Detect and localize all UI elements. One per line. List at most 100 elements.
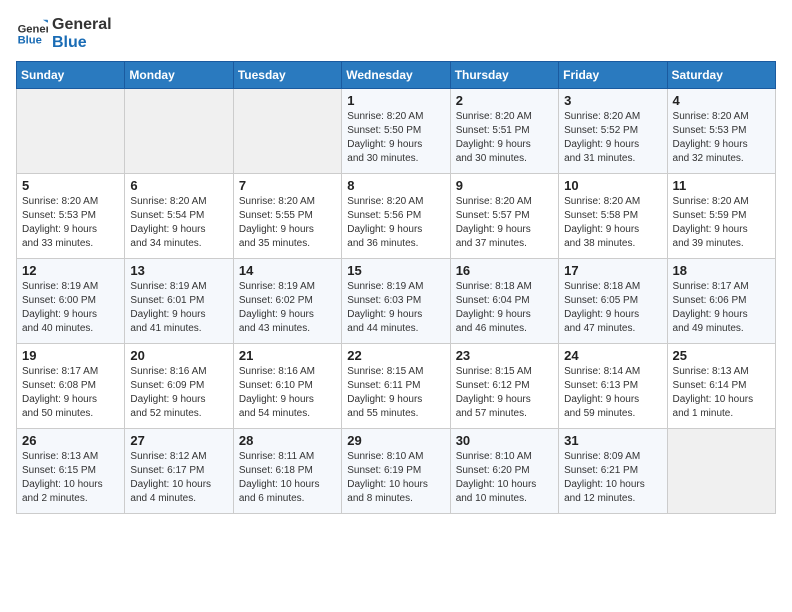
calendar-cell: 4Sunrise: 8:20 AM Sunset: 5:53 PM Daylig… — [667, 89, 775, 174]
week-row-5: 26 Sunrise: 8:13 AM Sunset: 6:15 PM Dayli… — [17, 429, 776, 514]
header-saturday: Saturday — [667, 62, 775, 89]
day-info: Sunrise: 8:20 AM Sunset: 5:53 PM Dayligh… — [22, 195, 119, 251]
logo-icon: General Blue — [16, 18, 48, 50]
day-number: 20 — [130, 348, 227, 363]
day-info: Sunrise: 8:14 AM Sunset: 6:13 PM Dayligh… — [564, 365, 661, 421]
logo-general: General — [52, 16, 112, 34]
day-info: Sunrise: 8:20 AM Sunset: 5:56 PM Dayligh… — [347, 195, 444, 251]
day-number: 18 — [673, 263, 770, 278]
day-info: Sunrise: 8:10 AM Sunset: 6:19 PM Dayligh… — [347, 450, 444, 506]
day-info: Sunrise: 8:18 AM Sunset: 6:05 PM Dayligh… — [564, 280, 661, 336]
day-number: 4 — [673, 93, 770, 108]
calendar-cell: 25 Sunrise: 8:13 AM Sunset: 6:14 PM Dayli… — [667, 344, 775, 429]
day-info: Sunrise: 8:13 AM Sunset: 6:15 PM Dayligh… — [22, 450, 119, 506]
day-info: Sunrise: 8:20 AM Sunset: 5:55 PM Dayligh… — [239, 195, 336, 251]
day-number: 26 — [22, 433, 119, 448]
calendar-cell: 23 Sunrise: 8:15 AM Sunset: 6:12 PM Dayli… — [450, 344, 558, 429]
header-wednesday: Wednesday — [342, 62, 450, 89]
day-number: 19 — [22, 348, 119, 363]
logo-blue: Blue — [52, 34, 112, 52]
svg-text:Blue: Blue — [18, 34, 42, 46]
day-number: 10 — [564, 178, 661, 193]
calendar-table: SundayMondayTuesdayWednesdayThursdayFrid… — [16, 61, 776, 514]
calendar-cell: 15 Sunrise: 8:19 AM Sunset: 6:03 PM Dayli… — [342, 259, 450, 344]
calendar-cell — [125, 89, 233, 174]
day-number: 13 — [130, 263, 227, 278]
day-number: 14 — [239, 263, 336, 278]
day-number: 15 — [347, 263, 444, 278]
day-number: 12 — [22, 263, 119, 278]
calendar-cell: 30Sunrise: 8:10 AM Sunset: 6:20 PM Dayli… — [450, 429, 558, 514]
calendar-cell: 24 Sunrise: 8:14 AM Sunset: 6:13 PM Dayli… — [559, 344, 667, 429]
calendar-cell: 9 Sunrise: 8:20 AM Sunset: 5:57 PM Daylig… — [450, 174, 558, 259]
day-number: 8 — [347, 178, 444, 193]
calendar-cell — [233, 89, 341, 174]
day-info: Sunrise: 8:10 AM Sunset: 6:20 PM Dayligh… — [456, 450, 553, 506]
calendar-cell: 8 Sunrise: 8:20 AM Sunset: 5:56 PM Daylig… — [342, 174, 450, 259]
calendar-cell: 26 Sunrise: 8:13 AM Sunset: 6:15 PM Dayli… — [17, 429, 125, 514]
day-number: 17 — [564, 263, 661, 278]
day-info: Sunrise: 8:20 AM Sunset: 5:57 PM Dayligh… — [456, 195, 553, 251]
calendar-cell: 7 Sunrise: 8:20 AM Sunset: 5:55 PM Daylig… — [233, 174, 341, 259]
header-thursday: Thursday — [450, 62, 558, 89]
day-info: Sunrise: 8:15 AM Sunset: 6:11 PM Dayligh… — [347, 365, 444, 421]
week-row-1: 1Sunrise: 8:20 AM Sunset: 5:50 PM Daylig… — [17, 89, 776, 174]
calendar-cell: 27Sunrise: 8:12 AM Sunset: 6:17 PM Dayli… — [125, 429, 233, 514]
day-info: Sunrise: 8:19 AM Sunset: 6:00 PM Dayligh… — [22, 280, 119, 336]
day-info: Sunrise: 8:19 AM Sunset: 6:02 PM Dayligh… — [239, 280, 336, 336]
calendar-cell: 19Sunrise: 8:17 AM Sunset: 6:08 PM Dayli… — [17, 344, 125, 429]
calendar-cell: 17 Sunrise: 8:18 AM Sunset: 6:05 PM Dayli… — [559, 259, 667, 344]
calendar-cell: 6Sunrise: 8:20 AM Sunset: 5:54 PM Daylig… — [125, 174, 233, 259]
day-info: Sunrise: 8:20 AM Sunset: 5:52 PM Dayligh… — [564, 110, 661, 166]
calendar-cell: 22 Sunrise: 8:15 AM Sunset: 6:11 PM Dayli… — [342, 344, 450, 429]
day-info: Sunrise: 8:17 AM Sunset: 6:06 PM Dayligh… — [673, 280, 770, 336]
header-tuesday: Tuesday — [233, 62, 341, 89]
day-info: Sunrise: 8:15 AM Sunset: 6:12 PM Dayligh… — [456, 365, 553, 421]
day-info: Sunrise: 8:20 AM Sunset: 5:51 PM Dayligh… — [456, 110, 553, 166]
day-number: 6 — [130, 178, 227, 193]
day-number: 21 — [239, 348, 336, 363]
day-info: Sunrise: 8:16 AM Sunset: 6:10 PM Dayligh… — [239, 365, 336, 421]
svg-text:General: General — [18, 23, 48, 35]
day-number: 11 — [673, 178, 770, 193]
calendar-cell: 2Sunrise: 8:20 AM Sunset: 5:51 PM Daylig… — [450, 89, 558, 174]
page-header: General Blue General Blue — [16, 16, 776, 51]
calendar-header: SundayMondayTuesdayWednesdayThursdayFrid… — [17, 62, 776, 89]
day-number: 23 — [456, 348, 553, 363]
calendar-cell: 16 Sunrise: 8:18 AM Sunset: 6:04 PM Dayli… — [450, 259, 558, 344]
day-info: Sunrise: 8:12 AM Sunset: 6:17 PM Dayligh… — [130, 450, 227, 506]
day-number: 5 — [22, 178, 119, 193]
week-row-3: 12 Sunrise: 8:19 AM Sunset: 6:00 PM Dayli… — [17, 259, 776, 344]
day-info: Sunrise: 8:16 AM Sunset: 6:09 PM Dayligh… — [130, 365, 227, 421]
day-info: Sunrise: 8:13 AM Sunset: 6:14 PM Dayligh… — [673, 365, 770, 421]
week-row-4: 19Sunrise: 8:17 AM Sunset: 6:08 PM Dayli… — [17, 344, 776, 429]
week-row-2: 5 Sunrise: 8:20 AM Sunset: 5:53 PM Daylig… — [17, 174, 776, 259]
calendar-cell: 28Sunrise: 8:11 AM Sunset: 6:18 PM Dayli… — [233, 429, 341, 514]
day-info: Sunrise: 8:20 AM Sunset: 5:58 PM Dayligh… — [564, 195, 661, 251]
day-number: 9 — [456, 178, 553, 193]
calendar-cell: 11 Sunrise: 8:20 AM Sunset: 5:59 PM Dayli… — [667, 174, 775, 259]
day-info: Sunrise: 8:18 AM Sunset: 6:04 PM Dayligh… — [456, 280, 553, 336]
day-info: Sunrise: 8:19 AM Sunset: 6:01 PM Dayligh… — [130, 280, 227, 336]
calendar-cell: 29 Sunrise: 8:10 AM Sunset: 6:19 PM Dayli… — [342, 429, 450, 514]
calendar-cell: 21 Sunrise: 8:16 AM Sunset: 6:10 PM Dayli… — [233, 344, 341, 429]
calendar-cell: 13 Sunrise: 8:19 AM Sunset: 6:01 PM Dayli… — [125, 259, 233, 344]
day-number: 24 — [564, 348, 661, 363]
calendar-cell: 14 Sunrise: 8:19 AM Sunset: 6:02 PM Dayli… — [233, 259, 341, 344]
calendar-cell: 5 Sunrise: 8:20 AM Sunset: 5:53 PM Daylig… — [17, 174, 125, 259]
logo: General Blue General Blue — [16, 16, 112, 51]
calendar-cell: 31Sunrise: 8:09 AM Sunset: 6:21 PM Dayli… — [559, 429, 667, 514]
day-number: 25 — [673, 348, 770, 363]
calendar-cell: 20 Sunrise: 8:16 AM Sunset: 6:09 PM Dayli… — [125, 344, 233, 429]
calendar-cell: 3Sunrise: 8:20 AM Sunset: 5:52 PM Daylig… — [559, 89, 667, 174]
day-info: Sunrise: 8:20 AM Sunset: 5:59 PM Dayligh… — [673, 195, 770, 251]
calendar-cell: 18 Sunrise: 8:17 AM Sunset: 6:06 PM Dayli… — [667, 259, 775, 344]
day-number: 1 — [347, 93, 444, 108]
day-number: 29 — [347, 433, 444, 448]
day-number: 16 — [456, 263, 553, 278]
day-info: Sunrise: 8:19 AM Sunset: 6:03 PM Dayligh… — [347, 280, 444, 336]
day-number: 7 — [239, 178, 336, 193]
calendar-cell — [17, 89, 125, 174]
day-number: 31 — [564, 433, 661, 448]
day-number: 22 — [347, 348, 444, 363]
